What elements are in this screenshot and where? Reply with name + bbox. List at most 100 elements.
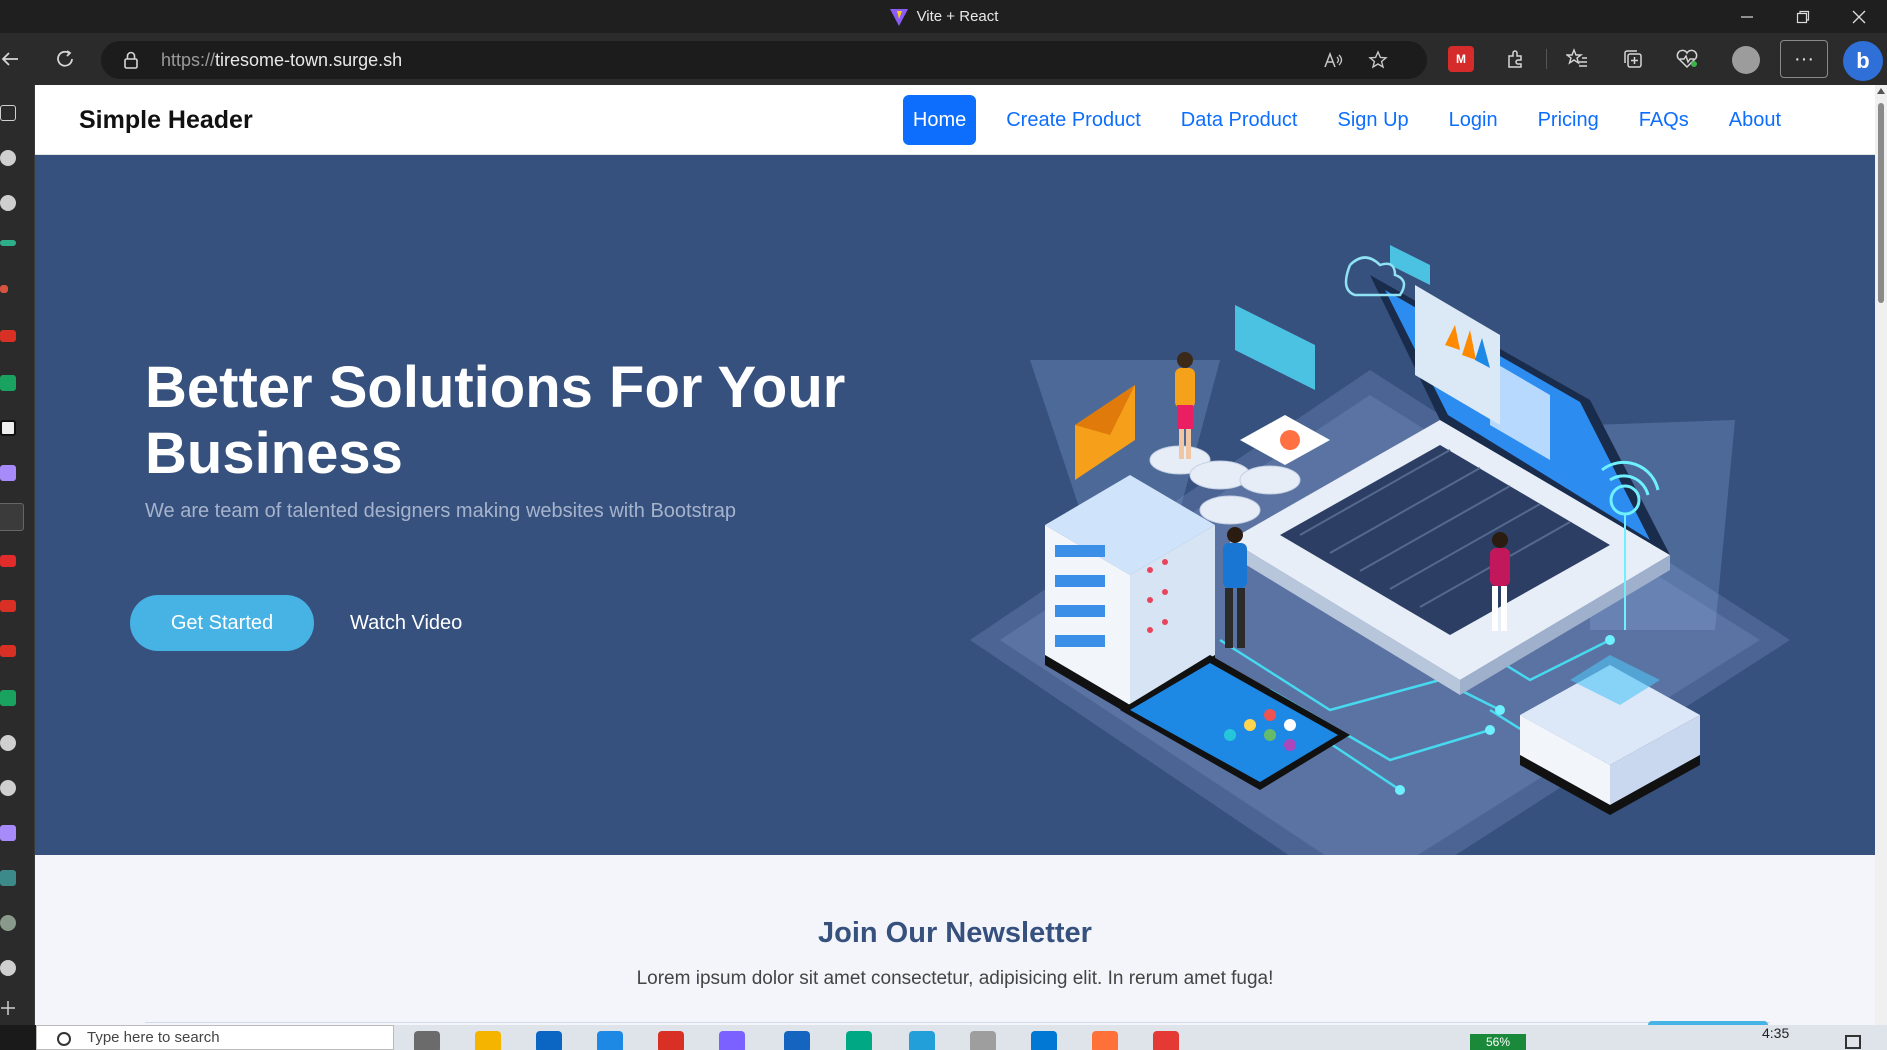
tab-vite-icon[interactable]: [0, 465, 16, 481]
telegram-icon[interactable]: [909, 1031, 935, 1050]
favorite-star-button[interactable]: [1359, 41, 1397, 79]
close-window-button[interactable]: [1831, 0, 1887, 33]
nav-link-faqs[interactable]: FAQs: [1619, 95, 1709, 145]
read-aloud-button[interactable]: [1315, 41, 1353, 79]
nav-link-about[interactable]: About: [1709, 95, 1801, 145]
collections-icon: [1624, 50, 1642, 68]
tab-github-icon-5[interactable]: [0, 960, 16, 976]
tab-youtube-icon[interactable]: [0, 555, 16, 567]
minimize-button[interactable]: [1719, 0, 1775, 33]
tab-app-icon[interactable]: [0, 870, 16, 886]
refresh-button[interactable]: [43, 33, 87, 85]
tab-github-icon[interactable]: [0, 150, 16, 166]
site-brand[interactable]: Simple Header: [79, 85, 253, 155]
file-explorer-icon[interactable]: [475, 1031, 501, 1050]
url-scheme: https://: [161, 49, 216, 70]
firefox-icon[interactable]: [1092, 1031, 1118, 1050]
hero-illustration: [970, 245, 1790, 855]
address-bar[interactable]: https://tiresome-town.surge.sh: [101, 41, 1427, 79]
tab-vite-icon-2[interactable]: [0, 825, 16, 841]
app-taskbar-icon[interactable]: [719, 1031, 745, 1050]
page-viewport: Simple Header Home Create Product Data Pro…: [35, 85, 1875, 1025]
bing-label: b: [1856, 48, 1870, 73]
nav-link-login[interactable]: Login: [1429, 95, 1518, 145]
toolbar-separator: [1546, 49, 1547, 69]
page-scrollbar[interactable]: [1875, 85, 1887, 1025]
search-icon: [57, 1032, 71, 1046]
extensions-puzzle-button[interactable]: [1503, 46, 1529, 72]
vscode-icon[interactable]: [1031, 1031, 1057, 1050]
newsletter-section: Join Our Newsletter Lorem ipsum dolor si…: [35, 855, 1875, 1025]
app-taskbar-icon-3[interactable]: [1153, 1031, 1179, 1050]
tab-chart-icon[interactable]: [0, 240, 16, 246]
heart-pulse-icon: [1676, 49, 1698, 69]
url-host: tiresome-town.surge.sh: [215, 49, 403, 70]
nav-link-home[interactable]: Home: [902, 95, 977, 145]
edge-taskbar-icon[interactable]: [846, 1031, 872, 1050]
browser-toolbar: https://tiresome-town.surge.sh M ··· b: [0, 33, 1887, 85]
nav-links: Home Create Product Data Product Sign Up Log…: [902, 95, 1801, 145]
start-button[interactable]: [0, 1025, 36, 1050]
vite-logo-icon: [889, 8, 908, 26]
newsletter-text: Lorem ipsum dolor sit amet consectetur, …: [636, 968, 1274, 989]
collections-button[interactable]: [1620, 46, 1646, 72]
newsletter-heading: Join Our Newsletter: [818, 917, 1092, 949]
hero-section: Better Solutions For Your Business We ar…: [35, 155, 1875, 855]
tab-actions-icon[interactable]: [0, 105, 16, 121]
battery-indicator[interactable]: 56%: [1470, 1034, 1526, 1050]
settings-more-button[interactable]: ···: [1780, 40, 1828, 78]
taskbar-search-box[interactable]: Type here to search: [36, 1025, 394, 1050]
task-view-icon[interactable]: [414, 1031, 440, 1050]
tab-sheets-icon[interactable]: [0, 375, 16, 391]
notification-icon[interactable]: [1845, 1035, 1861, 1049]
lock-icon: [124, 51, 138, 69]
tab-gmail-icon-3[interactable]: [0, 645, 16, 657]
tab-vite-active[interactable]: [0, 503, 24, 531]
close-icon: [1852, 10, 1866, 23]
watch-video-button[interactable]: Watch Video: [350, 595, 462, 651]
tab-github-icon-3[interactable]: [0, 735, 16, 751]
refresh-icon: [57, 50, 73, 67]
bing-copilot-button[interactable]: b: [1843, 41, 1883, 81]
favorites-list-icon: [1566, 48, 1587, 67]
tab-github-icon-2[interactable]: [0, 195, 16, 211]
restore-icon: [1796, 10, 1810, 23]
gmail-taskbar-icon[interactable]: [658, 1031, 684, 1050]
url-text[interactable]: https://tiresome-town.surge.sh: [161, 41, 402, 79]
notepad-icon[interactable]: [970, 1031, 996, 1050]
window-title: Vite + React: [0, 0, 1887, 33]
tab-dot-icon[interactable]: [0, 285, 8, 293]
taskbar-search-placeholder: Type here to search: [87, 1029, 220, 1046]
scroll-up-arrow[interactable]: [1877, 88, 1885, 94]
back-button[interactable]: [0, 33, 32, 85]
plus-icon: [1, 1001, 15, 1015]
back-arrow-icon: [1, 52, 18, 66]
restore-button[interactable]: [1775, 0, 1831, 33]
new-tab-button[interactable]: [0, 1000, 16, 1016]
hero-subtitle: We are team of talented designers making…: [145, 500, 737, 522]
scrollbar-thumb[interactable]: [1878, 103, 1884, 303]
tab-gmail-icon-2[interactable]: [0, 600, 16, 612]
window-titlebar: Vite + React: [0, 0, 1887, 33]
read-aloud-icon: [1324, 51, 1343, 68]
todo-icon[interactable]: [597, 1031, 623, 1050]
extension-red-icon[interactable]: M: [1448, 46, 1474, 72]
mail-icon[interactable]: [536, 1031, 562, 1050]
nav-link-data-product[interactable]: Data Product: [1161, 95, 1318, 145]
profile-avatar[interactable]: [1732, 46, 1760, 74]
more-label: ···: [1794, 47, 1814, 70]
nav-link-sign-up[interactable]: Sign Up: [1317, 95, 1428, 145]
tab-notion-icon[interactable]: [0, 420, 16, 436]
nav-link-pricing[interactable]: Pricing: [1518, 95, 1619, 145]
browser-essentials-button[interactable]: [1674, 46, 1700, 72]
tab-gmail-icon[interactable]: [0, 330, 16, 342]
tab-github-icon-4[interactable]: [0, 780, 16, 796]
app-taskbar-icon-2[interactable]: [784, 1031, 810, 1050]
vertical-tabs-strip: [0, 85, 35, 1025]
tab-chatgpt-icon[interactable]: [0, 915, 16, 931]
favorites-button[interactable]: [1564, 46, 1590, 72]
taskbar-clock[interactable]: 4:35: [1762, 1025, 1789, 1041]
get-started-button[interactable]: Get Started: [130, 595, 314, 651]
tab-sheets-icon-2[interactable]: [0, 690, 16, 706]
nav-link-create-product[interactable]: Create Product: [986, 95, 1161, 145]
